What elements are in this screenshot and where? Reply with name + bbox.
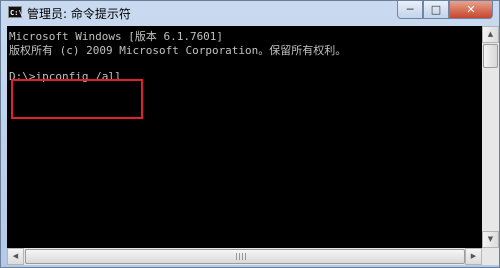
resize-corner[interactable] (482, 248, 499, 265)
minimize-button[interactable]: ─ (397, 1, 423, 19)
horizontal-scroll-thumb[interactable] (25, 249, 465, 264)
maximize-button[interactable]: □ (423, 1, 449, 19)
scroll-right-arrow-icon[interactable]: ▶ (465, 248, 482, 265)
command-prompt-window: C:\ 管理员: 命令提示符 ─ □ ✕ Microsoft Windows [… (0, 0, 500, 268)
scroll-left-arrow-icon[interactable]: ◀ (7, 248, 24, 265)
console-output[interactable]: Microsoft Windows [版本 6.1.7601] 版权所有 (c)… (7, 26, 482, 248)
window-controls: ─ □ ✕ (397, 1, 493, 19)
scroll-up-arrow-icon[interactable]: ▲ (482, 26, 499, 43)
horizontal-scrollbar[interactable]: ◀ ▶ (7, 248, 482, 265)
window-title: 管理员: 命令提示符 (27, 7, 131, 21)
highlight-box (11, 79, 143, 119)
cmd-icon: C:\ (8, 6, 23, 18)
close-button[interactable]: ✕ (449, 1, 493, 19)
vertical-scrollbar[interactable]: ▲ ▼ (482, 26, 499, 248)
scroll-down-arrow-icon[interactable]: ▼ (482, 231, 499, 248)
console-line-copyright: 版权所有 (c) 2009 Microsoft Corporation。保留所有… (9, 44, 347, 57)
title-bar[interactable]: C:\ 管理员: 命令提示符 ─ □ ✕ (1, 1, 499, 25)
vertical-scroll-thumb[interactable] (483, 44, 498, 68)
grip-icon (236, 253, 246, 260)
